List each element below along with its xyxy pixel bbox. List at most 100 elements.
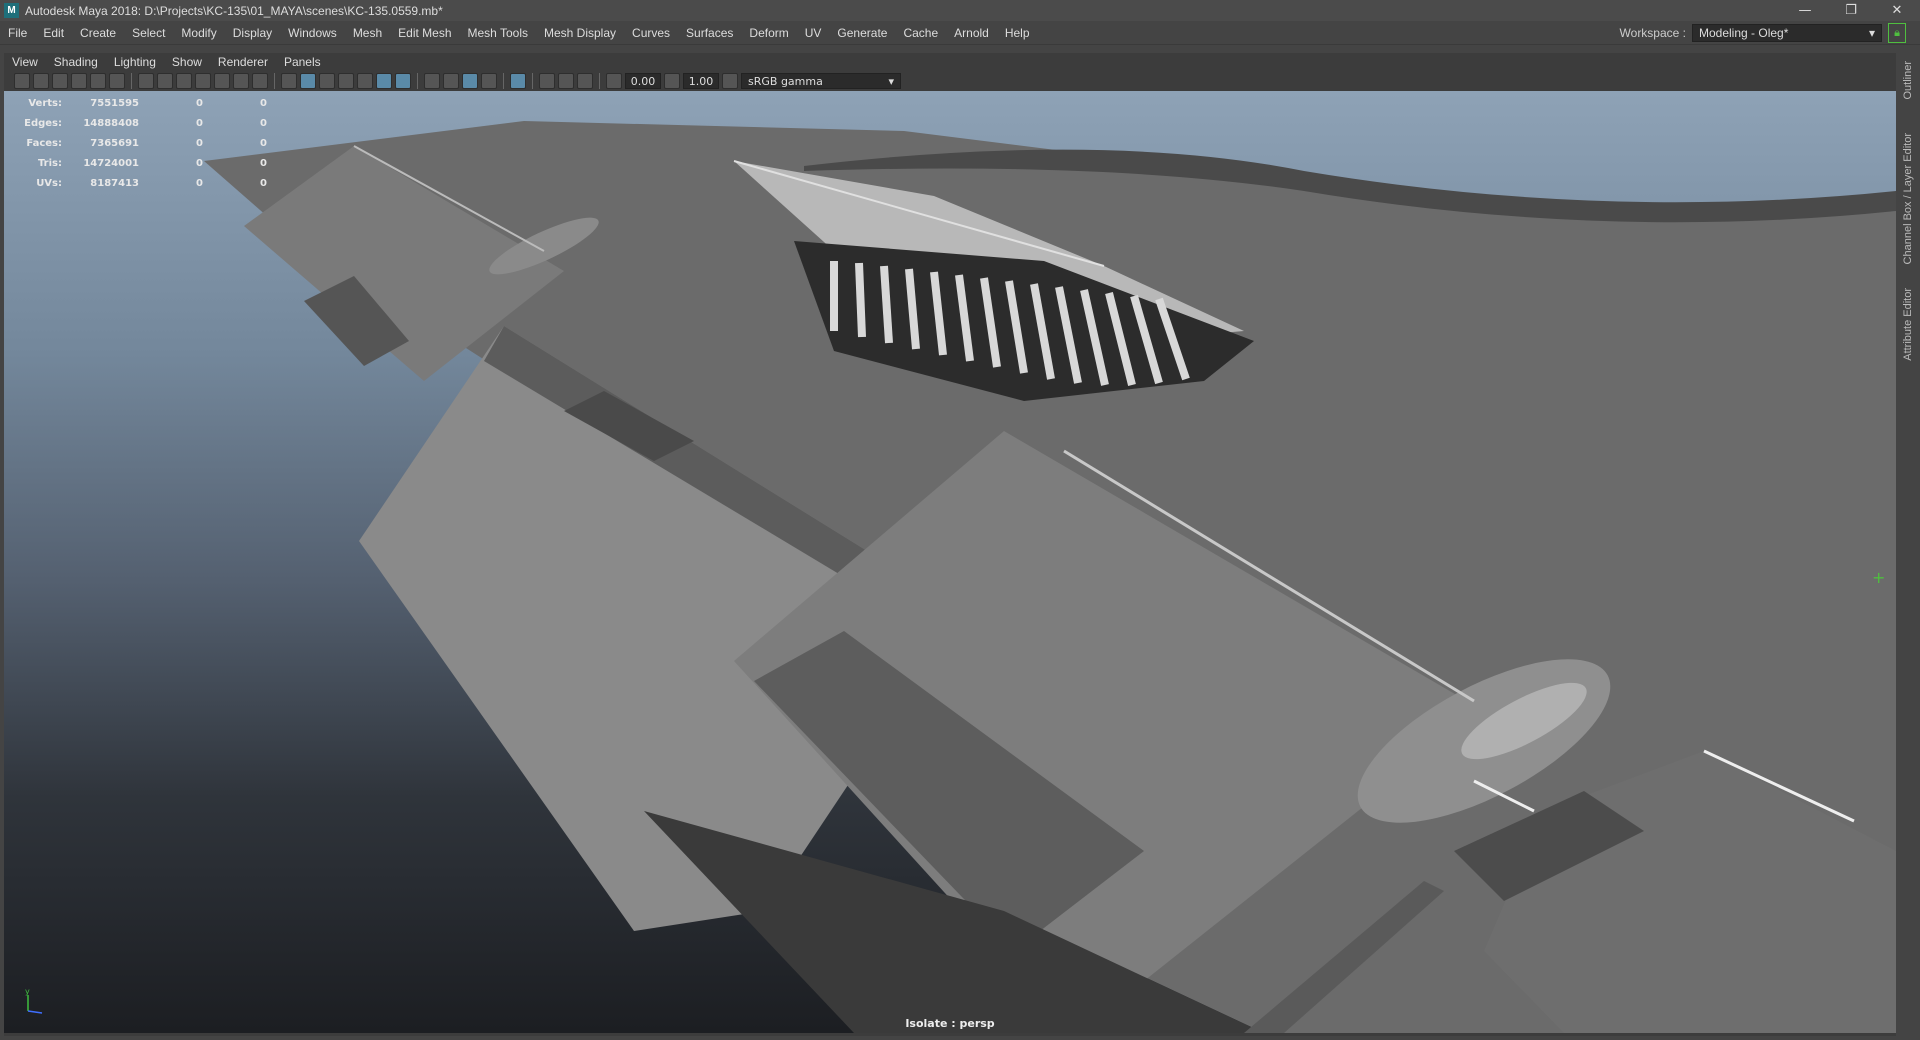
film-gate-icon[interactable] (157, 73, 173, 89)
xray-joints-icon[interactable] (577, 73, 593, 89)
anti-aliasing-icon[interactable] (462, 73, 478, 89)
panel-menu-panels[interactable]: Panels (276, 55, 329, 69)
hud-label: Edges: (24, 117, 62, 129)
toolbar-divider (599, 73, 600, 89)
menu-windows[interactable]: Windows (280, 26, 345, 40)
camera-icon[interactable] (14, 73, 30, 89)
toolbar-divider (532, 73, 533, 89)
color-management-icon[interactable] (722, 73, 738, 89)
isolate-select-icon[interactable] (510, 73, 526, 89)
camera-attributes-icon[interactable] (33, 73, 49, 89)
menu-mesh[interactable]: Mesh (345, 26, 390, 40)
restore-button[interactable]: ❐ (1828, 0, 1874, 21)
minimize-button[interactable]: — (1782, 0, 1828, 21)
panel-menu-show[interactable]: Show (164, 55, 210, 69)
safe-title-icon[interactable] (252, 73, 268, 89)
viewport-3d[interactable]: Verts: 7551595 0 0 Edges: 14888408 0 0 F… (4, 91, 1896, 1033)
panel-toolbar: 0.00 1.00 sRGB gamma ▾ (4, 71, 1896, 91)
panel-menu-shading[interactable]: Shading (46, 55, 106, 69)
hud-value: 0 (196, 97, 203, 109)
menu-mesh-tools[interactable]: Mesh Tools (460, 26, 536, 40)
hud-row-verts: Verts: 7551595 0 0 (14, 93, 267, 113)
axis-y-label: y (25, 987, 30, 996)
default-material-icon[interactable] (319, 73, 335, 89)
motion-blur-icon[interactable] (443, 73, 459, 89)
hud-value: 8187413 (90, 177, 139, 189)
resolution-gate-icon[interactable] (176, 73, 192, 89)
menu-mesh-display[interactable]: Mesh Display (536, 26, 624, 40)
hud-value: 0 (260, 117, 267, 129)
maya-logo-icon: M (4, 3, 19, 18)
tab-attribute-editor[interactable]: Attribute Editor (1902, 288, 1914, 361)
tab-outliner[interactable]: Outliner (1902, 61, 1914, 100)
chevron-down-icon: ▾ (1868, 26, 1875, 40)
hud-label: Faces: (26, 137, 62, 149)
colorspace-dropdown[interactable]: sRGB gamma ▾ (741, 73, 901, 89)
menu-generate[interactable]: Generate (829, 26, 895, 40)
smooth-shade-icon[interactable] (300, 73, 316, 89)
menu-surfaces[interactable]: Surfaces (678, 26, 741, 40)
hud-value: 7551595 (90, 97, 139, 109)
grease-pencil-icon[interactable] (109, 73, 125, 89)
xray-active-icon[interactable] (558, 73, 574, 89)
menu-modify[interactable]: Modify (173, 26, 224, 40)
exposure-field[interactable]: 0.00 (625, 73, 661, 89)
panel-menu-view[interactable]: View (4, 55, 46, 69)
tab-channel-box[interactable]: Channel Box / Layer Editor (1902, 133, 1914, 264)
menu-display[interactable]: Display (225, 26, 280, 40)
toolbar-divider (131, 73, 132, 89)
shadows-icon[interactable] (395, 73, 411, 89)
menu-curves[interactable]: Curves (624, 26, 678, 40)
lock-icon[interactable]: 🔒︎ (1888, 23, 1906, 43)
hud-value: 0 (196, 117, 203, 129)
window-title: Autodesk Maya 2018: D:\Projects\KC-135\0… (25, 3, 443, 18)
axis-gizmo-icon: y (25, 987, 43, 1014)
field-chart-icon[interactable] (214, 73, 230, 89)
gamma-field[interactable]: 1.00 (683, 73, 719, 89)
panel-menu-bar: View Shading Lighting Show Renderer Pane… (4, 53, 329, 71)
hud-value: 14724001 (83, 157, 139, 169)
hud-row-faces: Faces: 7365691 0 0 (14, 133, 267, 153)
hud-value: 0 (196, 137, 203, 149)
grid-icon[interactable] (138, 73, 154, 89)
menu-edit[interactable]: Edit (35, 26, 72, 40)
panel-menu-renderer[interactable]: Renderer (210, 55, 276, 69)
menu-file[interactable]: File (0, 26, 35, 40)
gamma-icon[interactable] (664, 73, 680, 89)
safe-action-icon[interactable] (233, 73, 249, 89)
image-plane-icon[interactable] (71, 73, 87, 89)
hud-value: 14888408 (83, 117, 139, 129)
wireframe-on-shaded-icon[interactable] (338, 73, 354, 89)
side-tab-bar: Outliner Channel Box / Layer Editor Attr… (1900, 53, 1920, 1036)
menu-arnold[interactable]: Arnold (946, 26, 997, 40)
menu-help[interactable]: Help (997, 26, 1038, 40)
menu-deform[interactable]: Deform (741, 26, 796, 40)
toolbar-divider (503, 73, 504, 89)
hud-value: 0 (260, 97, 267, 109)
use-all-lights-icon[interactable] (376, 73, 392, 89)
workspace-selector: Workspace : Modeling - Oleg* ▾ 🔒︎ (1620, 23, 1906, 43)
hud-label: Verts: (28, 97, 62, 109)
pan-zoom-icon[interactable] (90, 73, 106, 89)
window-controls: — ❐ ✕ (1782, 0, 1920, 21)
workspace-value: Modeling - Oleg* (1699, 26, 1789, 40)
menu-uv[interactable]: UV (797, 26, 830, 40)
menu-edit-mesh[interactable]: Edit Mesh (390, 26, 459, 40)
xray-icon[interactable] (539, 73, 555, 89)
screen-space-ao-icon[interactable] (424, 73, 440, 89)
textured-icon[interactable] (357, 73, 373, 89)
menu-cache[interactable]: Cache (895, 26, 946, 40)
hud-value: 0 (196, 157, 203, 169)
menu-create[interactable]: Create (72, 26, 124, 40)
wireframe-icon[interactable] (281, 73, 297, 89)
depth-of-field-icon[interactable] (481, 73, 497, 89)
exposure-icon[interactable] (606, 73, 622, 89)
hud-label: Tris: (37, 157, 62, 169)
bookmark-icon[interactable] (52, 73, 68, 89)
panel-menu-lighting[interactable]: Lighting (106, 55, 164, 69)
workspace-dropdown[interactable]: Modeling - Oleg* ▾ (1692, 24, 1882, 42)
gate-mask-icon[interactable] (195, 73, 211, 89)
close-button[interactable]: ✕ (1874, 0, 1920, 21)
menu-select[interactable]: Select (124, 26, 173, 40)
hud-label: UVs: (36, 177, 62, 189)
